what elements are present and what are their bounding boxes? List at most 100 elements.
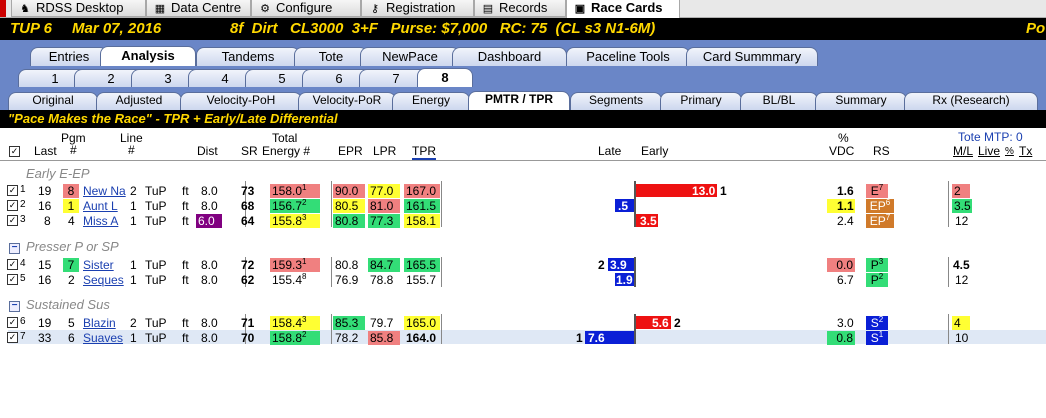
morning-line: 3.5 xyxy=(952,199,972,213)
horse-name-link[interactable]: Suaves xyxy=(83,331,123,345)
tab-velocity-por[interactable]: Velocity-PoR xyxy=(298,92,396,110)
energy-value: 159.3 xyxy=(272,258,303,272)
tab-pmtr-tpr[interactable]: PMTR / TPR xyxy=(468,91,570,110)
app-icon xyxy=(0,0,6,17)
vdc-value: 0.8 xyxy=(827,331,855,345)
tab-analysis[interactable]: Analysis xyxy=(100,46,196,66)
row-checkbox[interactable]: ✓ xyxy=(7,259,18,270)
select-all-checkbox[interactable]: ✓ xyxy=(9,146,20,157)
energy-rank: 1 xyxy=(302,183,307,192)
line-number: 2 xyxy=(130,316,137,330)
tab-summary[interactable]: Summary xyxy=(815,92,907,110)
race-track: TUP 6 xyxy=(10,20,52,37)
track-condition: ft xyxy=(182,258,189,272)
late-value: 3.9 xyxy=(610,258,627,272)
horse-name-link[interactable]: Blazin xyxy=(83,316,116,330)
energy-rank: 2 xyxy=(302,330,307,339)
energy-value: 155.8 xyxy=(272,214,303,228)
morning-line: 12 xyxy=(955,273,969,287)
tab-rx-research[interactable]: Rx (Research) xyxy=(904,92,1038,110)
morning-line: 2 xyxy=(952,184,970,198)
tab-tote[interactable]: Tote xyxy=(294,47,368,66)
tab-original[interactable]: Original xyxy=(8,92,98,110)
line-number: 1 xyxy=(130,258,137,272)
row-number: 3 xyxy=(20,214,26,225)
col-energy: Energy # xyxy=(262,144,311,158)
tab-dashboard[interactable]: Dashboard xyxy=(452,47,567,66)
menu-tab-records[interactable]: ▤ Records xyxy=(474,0,566,17)
tab-primary[interactable]: Primary xyxy=(660,92,742,110)
pgm-number: 1 xyxy=(63,199,79,213)
speed-rating: 73 xyxy=(241,184,255,198)
speed-rating: 68 xyxy=(241,199,255,213)
last-days: 16 xyxy=(38,273,52,287)
row-checkbox[interactable]: ✓ xyxy=(7,215,18,226)
rs-cell: P2 xyxy=(866,273,888,287)
row-checkbox[interactable]: ✓ xyxy=(7,200,18,211)
race-header-overflow: Po xyxy=(1026,20,1046,37)
surface: TuP xyxy=(145,273,167,287)
distance: 8.0 xyxy=(201,184,218,198)
tab-velocity-poh[interactable]: Velocity-PoH xyxy=(180,92,302,110)
collapse-group-button[interactable]: − xyxy=(9,301,20,312)
rs-value: EP xyxy=(869,199,886,213)
tpr-value: 158.1 xyxy=(404,214,440,228)
last-days: 16 xyxy=(38,199,52,213)
vdc-value: 2.4 xyxy=(837,214,854,228)
row-checkbox[interactable]: ✓ xyxy=(7,185,18,196)
menu-tab-configure[interactable]: ⚙ Configure xyxy=(251,0,361,17)
horse-name-link[interactable]: Miss A xyxy=(83,214,118,228)
tab-adjusted[interactable]: Adjusted xyxy=(96,92,182,110)
energy-rank: 8 xyxy=(302,272,307,281)
pgm-number: 4 xyxy=(68,214,75,228)
section-banner: "Pace Makes the Race" - TPR + Early/Late… xyxy=(0,110,1046,128)
horse-name-link[interactable]: Sister xyxy=(83,258,114,272)
tab-segments[interactable]: Segments xyxy=(570,92,662,110)
morning-line: 4.5 xyxy=(953,258,970,272)
menu-tab-race-cards[interactable]: ▣ Race Cards xyxy=(566,0,680,18)
col-last: Last xyxy=(34,144,57,158)
col-tpr[interactable]: TPR xyxy=(412,145,436,160)
row-number: 4 xyxy=(20,258,26,269)
rs-value: EP xyxy=(869,214,886,228)
tab-paceline-tools[interactable]: Paceline Tools xyxy=(566,47,690,66)
key-icon: ⚷ xyxy=(370,3,380,15)
tab-entries[interactable]: Entries xyxy=(30,47,108,66)
early-value: 5.6 xyxy=(652,316,669,330)
group-label-early: Early E-EP xyxy=(26,166,90,181)
col-pgm-hash: # xyxy=(70,143,77,157)
epr-value: 80.8 xyxy=(333,214,365,228)
collapse-group-button[interactable]: − xyxy=(9,243,20,254)
menu-tab-rdss-desktop[interactable]: ♞ RDSS Desktop xyxy=(11,0,146,17)
row-checkbox[interactable]: ✓ xyxy=(7,332,18,343)
track-condition: ft xyxy=(182,214,189,228)
row-checkbox[interactable]: ✓ xyxy=(7,274,18,285)
pmtr-grid: Early E-EP ✓ 1 19 8 New Na 2 TuP ft 8.0 … xyxy=(0,161,1046,418)
vdc-value: 6.7 xyxy=(837,273,854,287)
tab-bl-bl[interactable]: BL/BL xyxy=(740,92,818,110)
energy-rank: 1 xyxy=(302,257,307,266)
horse-icon: ♞ xyxy=(20,3,30,15)
vdc-value: 1.6 xyxy=(837,184,854,198)
tab-newpace[interactable]: NewPace xyxy=(360,47,460,66)
lpr-value: 79.7 xyxy=(370,316,394,330)
tab-energy[interactable]: Energy xyxy=(392,92,470,110)
horse-name-link[interactable]: New Na xyxy=(83,184,126,198)
menu-tab-registration[interactable]: ⚷ Registration xyxy=(361,0,474,17)
rs-cell: EP6 xyxy=(866,199,894,213)
gear-icon: ⚙ xyxy=(260,3,270,15)
tab-tandems[interactable]: Tandems xyxy=(196,47,300,66)
last-days: 15 xyxy=(38,258,52,272)
row-checkbox[interactable]: ✓ xyxy=(7,317,18,328)
tab-race-8[interactable]: 8 xyxy=(417,68,473,87)
energy-rank: 2 xyxy=(302,198,307,207)
menu-tab-data-centre[interactable]: ▦ Data Centre xyxy=(146,0,251,17)
early-value: 13.0 xyxy=(692,184,716,198)
rs-value: S xyxy=(870,316,879,330)
tab-card-summary[interactable]: Card Summmary xyxy=(686,47,818,66)
horse-name-link[interactable]: Seques xyxy=(83,273,124,287)
energy-cell: 158.43 xyxy=(270,316,320,330)
pgm-number: 7 xyxy=(63,258,79,272)
horse-name-link[interactable]: Aunt L xyxy=(83,199,118,213)
rs-rank: 2 xyxy=(878,315,884,324)
